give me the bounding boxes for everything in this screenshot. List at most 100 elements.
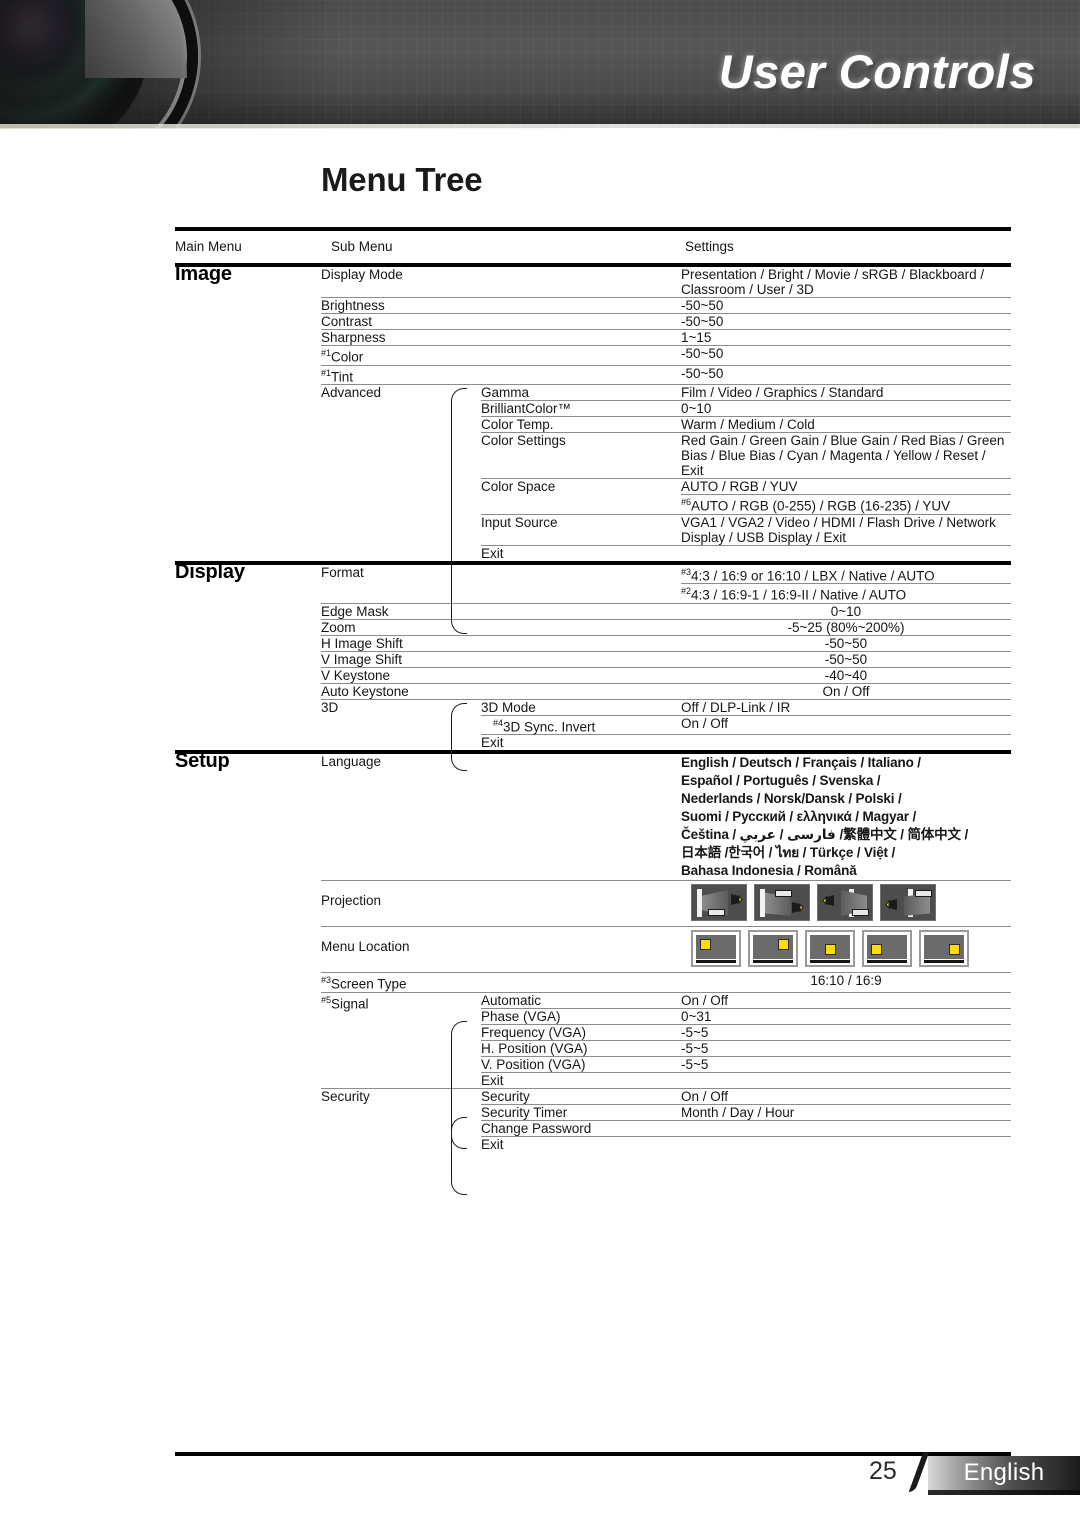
sub-menu-cell-security: Security	[321, 1087, 481, 1195]
sub-menu-label: Security	[321, 1088, 370, 1104]
sub-menu-cell: V Image Shift	[321, 650, 681, 667]
spacer-cell	[175, 992, 321, 1088]
sub-menu-cell: #1Tint	[321, 364, 681, 385]
setting-label: AUTO / RGB (0-255) / RGB (16-235) / YUV	[691, 498, 951, 514]
table-row: Display Format #34:3 / 16:9 or 16:10 / L…	[175, 562, 1011, 584]
setting-label: 4:3 / 16:9 or 16:10 / LBX / Native / AUT…	[691, 568, 935, 583]
sub-item-cell: BrilliantColor™	[481, 400, 681, 417]
setting-cell: Film / Video / Graphics / Standard	[681, 384, 1011, 401]
table-row: #5Signal Automatic On / Off	[175, 991, 1011, 1149]
column-header-main-menu: Main Menu	[175, 239, 242, 254]
footnote-marker: #3	[321, 975, 332, 985]
sub-item-cell: #43D Sync. Invert	[481, 714, 681, 735]
setting-cell: -50~50	[681, 634, 1011, 651]
section-label-image: Image	[175, 263, 232, 285]
setting-cell: #34:3 / 16:9 or 16:10 / LBX / Native / A…	[681, 565, 1011, 584]
sub-item-cell: Exit	[481, 1071, 681, 1088]
setting-cell: -50~50	[681, 650, 1011, 667]
sub-menu-cell: V Keystone	[321, 666, 681, 683]
footnote-marker: #3	[681, 566, 692, 577]
sub-menu-cell-signal: #5Signal	[321, 991, 481, 1149]
menu-location-bottom-left-icon	[862, 930, 912, 967]
sub-item-cell: Gamma	[481, 384, 681, 401]
sub-menu-cell-3d: 3D	[321, 698, 481, 771]
sub-menu-cell: Language	[321, 754, 382, 769]
setting-cell: Month / Day / Hour	[681, 1103, 1011, 1120]
footnote-marker: #2	[681, 586, 692, 596]
table-row: Security Security On / Off	[175, 1087, 1011, 1195]
setting-cell-projection	[681, 880, 1011, 927]
footnote-marker: #1	[321, 367, 332, 378]
language-line: 日本語 /한국어 / ไทย / Türkçe / Việt /	[681, 845, 896, 860]
setting-cell: On / Off	[681, 682, 1011, 699]
sub-menu-cell-advanced: Advanced	[321, 384, 481, 634]
sub-item-cell: 3D Mode	[481, 698, 681, 715]
sub-item-cell: Exit	[481, 1135, 681, 1152]
setting-cell: On / Off	[681, 714, 1011, 735]
group-brace-security	[451, 1116, 467, 1195]
sub-menu-cell: Display Mode	[321, 267, 403, 282]
setting-cell: On / Off	[681, 991, 1011, 1008]
sub-menu-cell: H Image Shift	[321, 634, 681, 651]
setting-cell: AUTO / RGB / YUV	[681, 478, 1011, 495]
sub-menu-label: Screen Type	[331, 976, 407, 992]
footer-language-tab-shadow	[928, 1490, 1080, 1495]
setting-cell: On / Off	[681, 1087, 1011, 1104]
camera-lens-ring-icon	[0, 0, 198, 128]
setting-cell: #24:3 / 16:9-1 / 16:9-II / Native / AUTO	[681, 583, 1011, 603]
sub-menu-cell: Edge Mask	[321, 602, 681, 619]
setting-cell	[681, 734, 1011, 750]
sub-item-cell: Frequency (VGA)	[481, 1023, 681, 1040]
sub-item-cell	[481, 495, 681, 515]
page-number: 25	[869, 1457, 897, 1485]
sub-menu-label: Advanced	[321, 385, 382, 400]
setting-cell: -5~5	[681, 1023, 1011, 1040]
sub-menu-cell: #1Color	[321, 345, 681, 365]
setting-cell-language: English / Deutsch / Français / Italiano …	[681, 754, 1011, 881]
setting-cell: -5~5	[681, 1055, 1011, 1072]
setting-cell: -50~50	[681, 345, 1011, 365]
setting-cell	[681, 1135, 1011, 1152]
table-row: Image Display Mode Presentation / Bright…	[175, 264, 1011, 298]
menu-tree-table: Main Menu Sub Menu Settings Image Displa…	[175, 227, 1011, 1195]
column-header-sub-menu: Sub Menu	[331, 239, 393, 254]
sub-menu-cell: Auto Keystone	[321, 682, 681, 699]
setting-cell: Off / DLP-Link / IR	[681, 698, 1011, 715]
setting-cell-menu-location	[681, 926, 1011, 973]
menu-location-bottom-right-icon	[919, 930, 969, 967]
menu-location-top-left-icon	[691, 930, 741, 967]
table-row: Setup Language English / Deutsch / Franç…	[175, 751, 1011, 881]
projection-icon-row	[681, 881, 1011, 924]
setting-cell: -40~40	[681, 666, 1011, 683]
setting-cell: 1~15	[681, 329, 1011, 346]
sub-menu-label: Color	[331, 349, 364, 365]
setting-cell: 0~10	[681, 400, 1011, 417]
setting-cell: -50~50	[681, 313, 1011, 330]
section-label-setup: Setup	[175, 750, 230, 772]
sub-item-cell: Color Space	[481, 478, 681, 495]
menu-location-center-icon	[805, 930, 855, 967]
setting-cell: VGA1 / VGA2 / Video / HDMI / Flash Drive…	[681, 513, 1011, 545]
setting-cell: 0~10	[681, 602, 1011, 619]
footnote-marker: #5	[321, 994, 332, 1005]
sub-item-cell: Security Timer	[481, 1103, 681, 1120]
language-line: Español / Português / Svenska /	[681, 773, 881, 788]
sub-menu-cell: Brightness	[321, 297, 681, 314]
table-row: Advanced Gamma Film / Video / Graphics /…	[175, 384, 1011, 634]
sub-menu-cell: Zoom	[321, 618, 681, 635]
sub-menu-cell: Format	[321, 564, 364, 580]
setting-cell: #6AUTO / RGB (0-255) / RGB (16-235) / YU…	[681, 494, 1011, 514]
footer-rule	[175, 1452, 1011, 1456]
setting-cell: Presentation / Bright / Movie / sRGB / B…	[681, 267, 985, 297]
spacer-cell	[175, 699, 321, 750]
sub-item-cell: Phase (VGA)	[481, 1007, 681, 1024]
setting-cell: -50~50	[681, 364, 1011, 385]
sub-menu-cell: #3Screen Type	[321, 972, 681, 992]
projection-front-ceiling-icon	[754, 884, 810, 921]
sub-item-cell: Security	[481, 1087, 681, 1104]
sub-menu-label: Tint	[331, 369, 354, 384]
setting-cell: -5~5	[681, 1039, 1011, 1056]
footer-language-label: English	[963, 1459, 1045, 1486]
setting-cell: Red Gain / Green Gain / Blue Gain / Red …	[681, 432, 1011, 479]
language-line: Čeština / فارسی / عربي /繁體中文 / 简体中文 /	[681, 827, 969, 842]
